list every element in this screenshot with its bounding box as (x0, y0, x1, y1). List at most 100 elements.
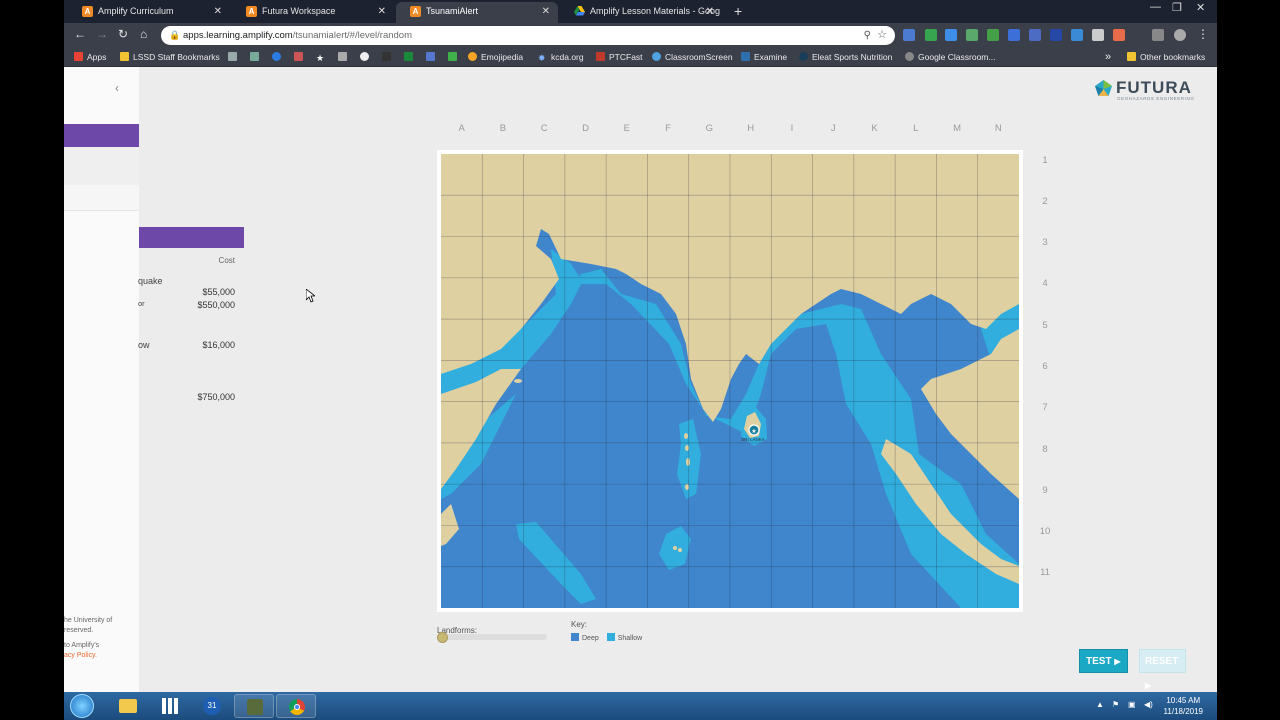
bookmark-icon-only[interactable] (294, 48, 307, 66)
landforms-slider-track[interactable] (437, 634, 547, 640)
key-items: Deep Shallow (571, 633, 642, 642)
tab-title: Amplify Curriculum (98, 6, 174, 16)
extension-icon[interactable] (1029, 29, 1041, 41)
bookmark-kcda[interactable]: ✸ kcda.org (538, 48, 584, 66)
tray-expand-icon[interactable]: ▲ (1096, 700, 1104, 709)
close-icon[interactable]: ✕ (706, 2, 714, 21)
file-explorer-icon[interactable] (108, 694, 148, 718)
ocean-map[interactable]: ★ SRI LANKA (441, 154, 1019, 608)
menu-icon[interactable]: ⋮ (1197, 27, 1209, 41)
test-button[interactable]: TEST ▶ (1079, 649, 1128, 673)
bookmark-icon-only[interactable] (228, 48, 241, 66)
cost-item-label[interactable]: or (138, 299, 145, 308)
back-icon[interactable]: ← (74, 27, 86, 41)
cost-panel-header (139, 227, 244, 248)
chevron-left-icon[interactable]: ‹ (115, 81, 119, 95)
column-header: E (623, 123, 630, 134)
extension-icon[interactable] (1092, 29, 1104, 41)
column-header: N (994, 123, 1002, 134)
landforms-control: Landforms: (437, 620, 547, 643)
side-panel: ‹ he University of reserved. to Amplify'… (64, 67, 139, 692)
apps-grid-icon[interactable] (150, 694, 190, 718)
avatar[interactable] (1174, 29, 1186, 41)
system-clock[interactable]: 10:45 AM 11/18/2019 (1164, 695, 1203, 717)
star-icon: ✸ (538, 53, 546, 63)
reset-button[interactable]: RESET ▶ (1139, 649, 1186, 690)
new-tab-button[interactable]: + (734, 2, 742, 21)
site-icon (294, 52, 303, 61)
tray-network-icon[interactable]: ▣ (1128, 700, 1136, 709)
calendar-day: 31 (203, 697, 221, 715)
bookmark-icon-only[interactable] (272, 48, 285, 66)
maximize-icon[interactable]: ❐ (1172, 1, 1182, 14)
address-bar[interactable]: 🔒 apps.learning.amplify.com/tsunamialert… (161, 26, 895, 45)
bookmark-google-classroom[interactable]: Google Classroom... (905, 48, 995, 66)
extension-icon[interactable] (1071, 29, 1083, 41)
landforms-slider-thumb[interactable] (437, 632, 448, 643)
bookmark-eleat[interactable]: Eleat Sports Nutrition (799, 48, 892, 66)
bookmark-icon-only[interactable] (382, 48, 395, 66)
close-icon[interactable]: ✕ (378, 2, 386, 21)
bookmark-star-icon[interactable]: ☆ (877, 26, 887, 45)
key-shallow-label: Shallow (617, 635, 643, 642)
extension-icon[interactable] (987, 29, 999, 41)
site-icon (382, 52, 391, 61)
column-header: J (830, 123, 836, 134)
close-icon[interactable]: ✕ (542, 2, 550, 21)
cost-item-label[interactable]: quake (138, 276, 163, 286)
bookmarks-overflow-icon[interactable]: » (1105, 48, 1111, 66)
extension-icon[interactable] (945, 29, 957, 41)
bookmark-emojipedia[interactable]: Emojipedia (468, 48, 523, 66)
bookmark-classroomscreen[interactable]: ClassroomScreen (652, 48, 733, 66)
panel-row[interactable] (64, 147, 139, 185)
search-icon[interactable]: ⚲ (864, 26, 871, 45)
extension-icon[interactable] (1050, 29, 1062, 41)
close-window-icon[interactable]: ✕ (1196, 1, 1205, 14)
home-icon[interactable]: ⌂ (140, 27, 147, 41)
tab-futura-workspace[interactable]: A Futura Workspace ✕ (232, 2, 394, 23)
tray-volume-icon[interactable]: ◀) (1144, 700, 1153, 709)
site-icon (250, 52, 259, 61)
column-header: D (582, 123, 589, 134)
minimize-icon[interactable]: — (1150, 1, 1161, 13)
bookmark-icon-only[interactable]: ★ (316, 48, 329, 66)
bookmark-icon-only[interactable] (338, 48, 351, 66)
bookmark-examine[interactable]: Examine (741, 48, 787, 66)
bookmark-lssd[interactable]: LSSD Staff Bookmarks (120, 48, 220, 66)
extension-icon[interactable] (1113, 29, 1125, 41)
extension-icon[interactable] (1008, 29, 1020, 41)
tab-amplify-curriculum[interactable]: A Amplify Curriculum ✕ (68, 2, 230, 23)
bookmark-icon-only[interactable] (360, 48, 373, 66)
chrome-icon[interactable] (276, 694, 316, 718)
panel-row[interactable] (64, 185, 139, 211)
site-icon (404, 52, 413, 61)
calendar-icon[interactable]: 31 (192, 694, 232, 718)
bookmark-ptcfast[interactable]: PTCFast (596, 48, 643, 66)
forward-icon[interactable]: → (96, 27, 108, 41)
extension-icon[interactable] (903, 29, 915, 41)
close-icon[interactable]: ✕ (214, 2, 222, 21)
bookmark-icon-only[interactable] (250, 48, 263, 66)
bookmark-other[interactable]: Other bookmarks (1127, 48, 1205, 66)
tab-tsunamialert[interactable]: A TsunamiAlert ✕ (396, 2, 558, 23)
extension-icon[interactable] (925, 29, 937, 41)
app-icon[interactable] (234, 694, 274, 718)
tab-amplify-lesson-materials[interactable]: Amplify Lesson Materials - Goog ✕ (560, 2, 722, 23)
key-deep-label: Deep (582, 635, 599, 642)
extension-icon[interactable] (966, 29, 978, 41)
bookmark-icon-only[interactable] (404, 48, 417, 66)
privacy-policy-link[interactable]: acy Policy. (64, 651, 139, 661)
row-header: 1 (1042, 154, 1048, 166)
start-button[interactable] (70, 694, 94, 718)
cost-item-label[interactable]: ow (138, 340, 150, 350)
cost-item-price: $16,000 (202, 340, 235, 350)
folder-icon (1127, 52, 1136, 61)
location-label: SRI LANKA (741, 437, 765, 442)
bookmark-icon-only[interactable] (426, 48, 439, 66)
site-icon (228, 52, 237, 61)
reload-icon[interactable]: ↻ (118, 27, 128, 41)
bookmark-apps[interactable]: Apps (74, 48, 106, 66)
cast-icon[interactable] (1152, 29, 1164, 41)
tray-flag-icon[interactable]: ⚑ (1112, 700, 1119, 709)
bookmark-icon-only[interactable] (448, 48, 461, 66)
